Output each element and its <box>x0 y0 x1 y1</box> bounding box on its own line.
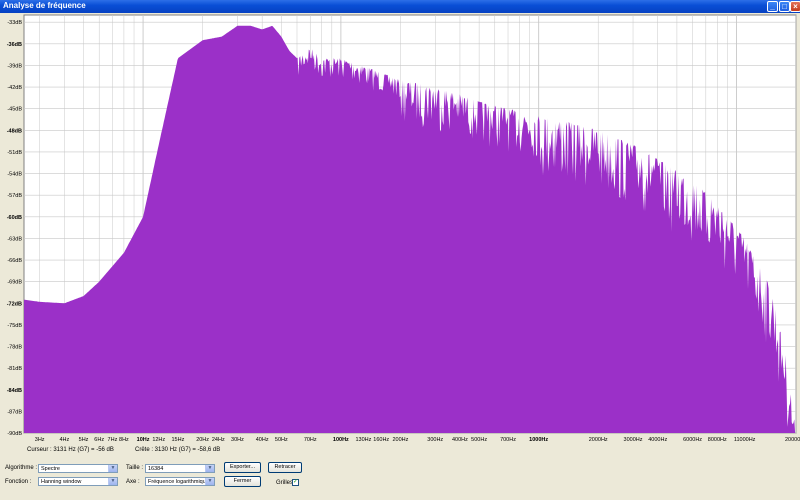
size-value: 16384 <box>148 466 164 472</box>
x-tick-label: 15Hz <box>171 437 184 443</box>
y-tick-label: -78dB <box>7 345 22 351</box>
x-tick-label: 6000Hz <box>683 437 702 443</box>
export-button[interactable]: Exporter... <box>224 462 261 473</box>
chevron-down-icon: ▼ <box>108 465 117 472</box>
replot-button[interactable]: Retracer <box>268 462 302 473</box>
y-tick-label: -39dB <box>7 63 22 69</box>
y-tick-label: -48dB <box>7 128 22 134</box>
y-tick-label: -84dB <box>7 388 22 394</box>
maximize-button[interactable]: □ <box>779 1 790 12</box>
grids-checkbox[interactable]: ✓ <box>292 479 299 486</box>
spectrum-plot[interactable]: -33dB -36dB -39dB -42dB -45dB -48dB -51dB -54dB… <box>0 13 800 445</box>
x-tick-label: 3000Hz <box>624 437 643 443</box>
y-tick-label: -45dB <box>7 107 22 113</box>
x-tick-label: 3Hz <box>35 437 45 443</box>
x-tick-label: 20000Hz <box>785 437 800 443</box>
y-tick-label: -90dB <box>7 431 22 437</box>
y-tick-label: -75dB <box>7 323 22 329</box>
y-tick-label: -54dB <box>7 172 22 178</box>
window-title: Analyse de fréquence <box>3 1 86 10</box>
y-tick-label: -36dB <box>7 42 22 48</box>
function-label: Fonction : <box>5 479 32 485</box>
algorithm-value: Spectre <box>41 466 60 472</box>
x-tick-label: 10Hz <box>137 437 150 443</box>
x-tick-label: 8000Hz <box>708 437 727 443</box>
x-tick-label: 500Hz <box>471 437 487 443</box>
x-tick-label: 8Hz <box>119 437 129 443</box>
cursor-readout: Curseur : 3131 Hz (G7) = -56 dB <box>27 447 114 453</box>
x-tick-label: 100Hz <box>333 437 349 443</box>
axis-select[interactable]: Fréquence logarithmique ▼ <box>145 477 215 486</box>
x-tick-label: 7Hz <box>108 437 118 443</box>
algorithm-select[interactable]: Spectre ▼ <box>38 464 118 473</box>
close-window-button[interactable]: × <box>790 1 800 12</box>
y-tick-label: -33dB <box>7 20 22 26</box>
x-tick-label: 30Hz <box>231 437 244 443</box>
x-tick-label: 200Hz <box>392 437 408 443</box>
y-tick-label: -42dB <box>7 85 22 91</box>
x-tick-label: 6Hz <box>94 437 104 443</box>
x-tick-label: 160Hz <box>373 437 389 443</box>
x-tick-label: 24Hz <box>212 437 225 443</box>
peak-readout: Crête : 3130 Hz (G7) = -58,6 dB <box>135 447 221 453</box>
function-value: Hanning window <box>41 479 82 485</box>
function-select[interactable]: Hanning window ▼ <box>38 477 118 486</box>
y-tick-label: -57dB <box>7 193 22 199</box>
chevron-down-icon: ▼ <box>108 478 117 485</box>
x-tick-label: 300Hz <box>427 437 443 443</box>
x-tick-label: 1000Hz <box>529 437 548 443</box>
grids-label: Grilles <box>276 480 294 486</box>
x-tick-label: 50Hz <box>275 437 288 443</box>
size-select[interactable]: 16384 ▼ <box>145 464 215 473</box>
controls-panel: Curseur : 3131 Hz (G7) = -56 dB Crête : … <box>0 444 800 500</box>
y-tick-label: -81dB <box>7 366 22 372</box>
y-tick-label: -72dB <box>7 301 22 307</box>
y-tick-label: -69dB <box>7 280 22 286</box>
close-button[interactable]: Fermer <box>224 476 261 487</box>
x-tick-label: 20Hz <box>196 437 209 443</box>
x-tick-label: 40Hz <box>256 437 269 443</box>
x-tick-label: 130Hz <box>355 437 371 443</box>
chevron-down-icon: ▼ <box>205 478 214 485</box>
minimize-button[interactable]: _ <box>767 1 778 12</box>
axis-value: Fréquence logarithmique <box>148 479 209 485</box>
x-tick-label: 700Hz <box>500 437 516 443</box>
x-tick-label: 4000Hz <box>648 437 667 443</box>
y-tick-label: -66dB <box>7 258 22 264</box>
y-tick-label: -51dB <box>7 150 22 156</box>
axis-label: Axe : <box>126 479 140 485</box>
x-tick-label: 11000Hz <box>734 437 756 443</box>
x-tick-label: 12Hz <box>152 437 165 443</box>
algorithm-label: Algorithme : <box>5 465 38 471</box>
x-tick-label: 70Hz <box>304 437 317 443</box>
x-tick-label: 400Hz <box>452 437 468 443</box>
x-tick-label: 4Hz <box>59 437 69 443</box>
x-tick-label: 2000Hz <box>589 437 608 443</box>
y-tick-label: -87dB <box>7 409 22 415</box>
y-tick-label: -63dB <box>7 236 22 242</box>
size-label: Taille : <box>126 465 144 471</box>
y-tick-label: -60dB <box>7 215 22 221</box>
title-bar: Analyse de fréquence _ □ × <box>0 0 800 13</box>
chevron-down-icon: ▼ <box>205 465 214 472</box>
x-tick-label: 5Hz <box>79 437 89 443</box>
